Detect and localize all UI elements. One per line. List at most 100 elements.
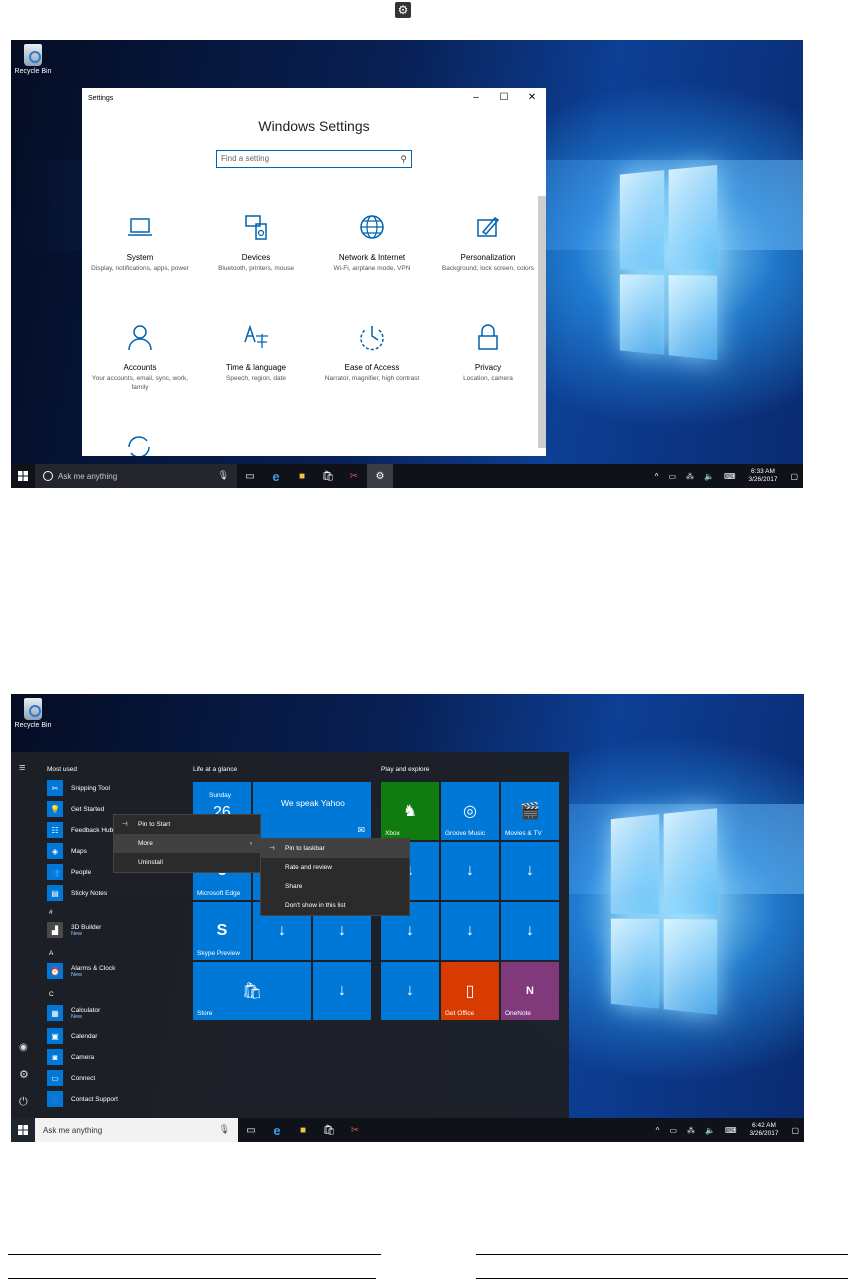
calendar-icon: ▣ xyxy=(47,1028,63,1044)
app-contact-support[interactable]: 👤 Contact Support xyxy=(47,1091,118,1107)
category-devices[interactable]: Devices Bluetooth, printers, mouse xyxy=(201,212,311,273)
app-people[interactable]: 👥 People xyxy=(47,864,91,880)
category-system[interactable]: System Display, notifications, apps, pow… xyxy=(85,212,195,273)
keyboard-icon[interactable]: ⌨ xyxy=(724,472,736,481)
search-placeholder: Find a setting xyxy=(221,154,270,163)
tile-skype-preview[interactable]: S Skype Preview xyxy=(193,902,251,960)
app-camera[interactable]: ◙ Camera xyxy=(47,1049,94,1065)
app-maps[interactable]: ◈ Maps xyxy=(47,843,87,859)
file-explorer-icon[interactable]: ■ xyxy=(289,464,315,488)
gear-icon: ⚙ xyxy=(395,2,411,18)
app-calculator[interactable]: ▦ Calculator New xyxy=(47,1005,100,1021)
network-icon[interactable]: ⁂ xyxy=(687,1126,695,1135)
category-name: Devices xyxy=(241,253,271,262)
settings-taskbar-icon[interactable]: ⚙ xyxy=(367,464,393,488)
app-feedback-hub[interactable]: ☷ Feedback Hub xyxy=(47,822,113,838)
people-icon: 👥 xyxy=(47,864,63,880)
cortana-search-box[interactable]: Ask me anything 🎙 xyxy=(35,1118,238,1142)
category-network[interactable]: Network & Internet Wi-Fi, airplane mode,… xyxy=(317,212,427,273)
user-avatar-icon[interactable]: ◉ xyxy=(19,1042,28,1053)
group-play-and-explore[interactable]: Play and explore xyxy=(381,766,429,773)
tile-get-office[interactable]: ▯ Get Office xyxy=(441,962,499,1020)
group-life-at-a-glance[interactable]: Life at a glance xyxy=(193,766,237,773)
tile-download[interactable]: ↓ xyxy=(501,902,559,960)
menu-item-share[interactable]: Share xyxy=(261,877,409,896)
menu-item-uninstall[interactable]: Uninstall xyxy=(114,853,260,872)
app-label: Alarms & Clock xyxy=(71,964,116,972)
chevron-up-icon[interactable]: ^ xyxy=(656,1126,660,1135)
tile-xbox[interactable]: ♞ Xbox xyxy=(381,782,439,840)
battery-icon[interactable]: ▭ xyxy=(669,1126,677,1135)
category-accounts[interactable]: Accounts Your accounts, email, sync, wor… xyxy=(85,322,195,392)
settings-gear-icon[interactable]: ⚙ xyxy=(19,1068,29,1081)
menu-item-pin-to-start[interactable]: ⊣ Pin to Start xyxy=(114,815,260,834)
volume-icon[interactable]: 🔈 xyxy=(704,472,714,481)
start-button[interactable] xyxy=(11,1118,35,1142)
tile-download[interactable]: ↓ xyxy=(381,962,439,1020)
chevron-up-icon[interactable]: ^ xyxy=(655,472,659,481)
task-view-icon[interactable]: ▭ xyxy=(238,1118,264,1142)
task-view-icon[interactable]: ▭ xyxy=(237,464,263,488)
notification-icon[interactable]: ▢ xyxy=(791,1126,799,1135)
menu-item-dont-show[interactable]: Don't show in this list xyxy=(261,896,409,915)
minimize-button[interactable]: – xyxy=(462,88,490,108)
new-badge: New xyxy=(71,971,83,978)
app-calendar[interactable]: ▣ Calendar xyxy=(47,1028,97,1044)
category-personalization[interactable]: Personalization Background, lock screen,… xyxy=(433,212,543,273)
tile-mail[interactable]: We speak Yahoo ✉ xyxy=(253,782,371,840)
power-icon[interactable]: ⏻ xyxy=(19,1096,28,1109)
section-letter[interactable]: A xyxy=(49,950,53,957)
menu-item-more[interactable]: More › xyxy=(114,834,260,853)
file-explorer-icon[interactable]: ■ xyxy=(290,1118,316,1142)
footer-rule xyxy=(8,1278,376,1279)
app-sticky-notes[interactable]: ▤ Sticky Notes xyxy=(47,885,107,901)
store-icon[interactable]: 🛍 xyxy=(315,464,341,488)
search-input[interactable]: Find a setting ⚲ xyxy=(216,150,412,168)
tile-download[interactable]: ↓ xyxy=(441,842,499,900)
menu-label: Don't show in this list xyxy=(285,902,346,909)
category-desc: Background, lock screen, colors xyxy=(441,265,535,272)
network-icon[interactable]: ⁂ xyxy=(686,472,694,481)
app-alarms-clock[interactable]: ⏰ Alarms & Clock New xyxy=(47,963,115,979)
maximize-button[interactable]: ☐ xyxy=(490,88,518,108)
store-icon[interactable]: 🛍 xyxy=(316,1118,342,1142)
settings-screenshot: Recycle Bin Settings – ☐ ✕ Windows Setti… xyxy=(11,40,803,488)
snipping-tool-icon[interactable]: ✂ xyxy=(341,464,367,488)
tile-store[interactable]: 🛍 Store xyxy=(193,962,311,1020)
tile-movies-tv[interactable]: 🎬 Movies & TV xyxy=(501,782,559,840)
app-label: Feedback Hub xyxy=(71,826,114,834)
tile-label: Microsoft Edge xyxy=(197,890,241,897)
tile-download[interactable]: ↓ xyxy=(501,842,559,900)
tile-download[interactable]: ↓ xyxy=(313,962,371,1020)
section-letter[interactable]: # xyxy=(49,909,53,916)
recycle-bin[interactable]: Recycle Bin xyxy=(13,698,53,729)
hamburger-icon[interactable]: ≡ xyxy=(19,762,25,774)
keyboard-icon[interactable]: ⌨ xyxy=(725,1126,737,1135)
cortana-search-box[interactable]: Ask me anything 🎙 xyxy=(35,464,237,488)
recycle-bin[interactable]: Recycle Bin xyxy=(13,44,53,75)
new-badge: New xyxy=(71,930,83,937)
menu-item-rate-review[interactable]: Rate and review xyxy=(261,858,409,877)
snipping-tool-icon[interactable]: ✂ xyxy=(342,1118,368,1142)
tile-download[interactable]: ↓ xyxy=(441,902,499,960)
start-button[interactable] xyxy=(11,464,35,488)
category-time-language[interactable]: Time & language Speech, region, date xyxy=(201,322,311,383)
category-ease-of-access[interactable]: Ease of Access Narrator, magnifier, high… xyxy=(317,322,427,383)
app-get-started[interactable]: 💡 Get Started xyxy=(47,801,104,817)
app-snipping-tool[interactable]: ✂ Snipping Tool xyxy=(47,780,110,796)
edge-icon[interactable]: e xyxy=(263,464,289,488)
tile-onenote[interactable]: N OneNote xyxy=(501,962,559,1020)
tile-groove-music[interactable]: ◎ Groove Music xyxy=(441,782,499,840)
clock[interactable]: 6:42 AM 3/26/2017 xyxy=(750,1122,779,1138)
app-3d-builder[interactable]: ▟ 3D Builder New xyxy=(47,922,101,938)
category-privacy[interactable]: Privacy Location, camera xyxy=(433,322,543,383)
notification-icon[interactable]: ▢ xyxy=(790,472,798,481)
battery-icon[interactable]: ▭ xyxy=(668,472,676,481)
volume-icon[interactable]: 🔈 xyxy=(705,1126,715,1135)
menu-item-pin-to-taskbar[interactable]: ⊣ Pin to taskbar xyxy=(261,839,409,858)
clock[interactable]: 6:33 AM 3/26/2017 xyxy=(749,468,778,484)
close-button[interactable]: ✕ xyxy=(518,88,546,108)
section-letter[interactable]: C xyxy=(49,991,54,998)
app-connect[interactable]: ▭ Connect xyxy=(47,1070,95,1086)
edge-icon[interactable]: e xyxy=(264,1118,290,1142)
